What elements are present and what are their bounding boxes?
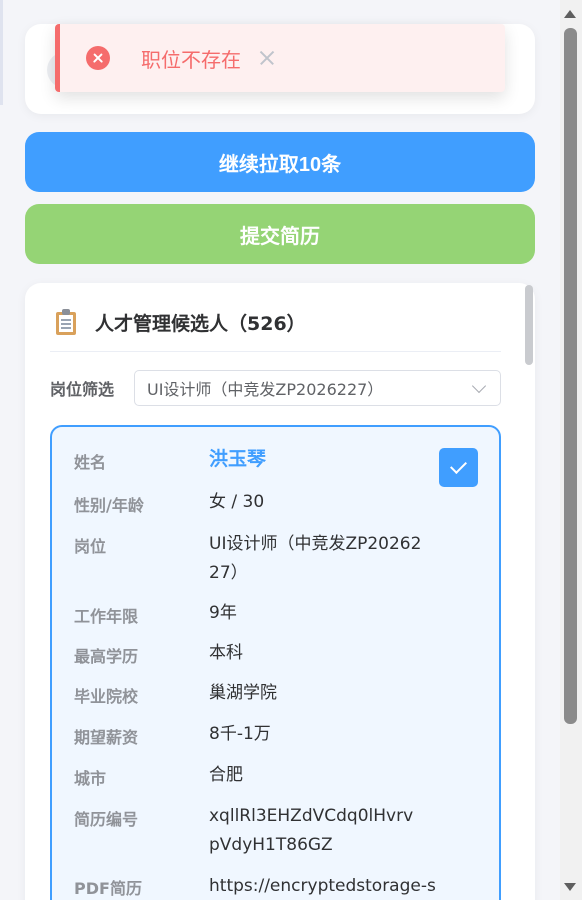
left-edge <box>0 0 3 105</box>
error-circle-icon <box>86 46 110 70</box>
field-value-education: 本科 <box>209 643 243 663</box>
scroll-up-arrow-icon[interactable] <box>564 10 576 18</box>
field-label-salary: 期望薪资 <box>74 728 139 747</box>
filter-label: 岗位筛选 <box>50 380 115 399</box>
field-value-position: UI设计师（中竞发ZP2026227） <box>209 534 422 583</box>
field-value-experience: 9年 <box>209 603 237 623</box>
field-label-resume-id: 简历编号 <box>74 810 139 829</box>
panel-title: 人才管理候选人（526） <box>95 312 306 335</box>
submit-resume-button[interactable]: 提交简历 <box>25 204 535 264</box>
field-label-school: 毕业院校 <box>74 687 139 706</box>
page-scrollbar-thumb[interactable] <box>564 28 577 724</box>
error-toast: 职位不存在 <box>55 24 505 92</box>
chevron-down-icon <box>471 378 487 394</box>
field-value-school: 巢湖学院 <box>209 683 277 703</box>
field-value-salary: 8千-1万 <box>209 724 271 744</box>
clipboard-icon <box>56 309 76 335</box>
candidate-card[interactable]: 姓名 洪玉琴 性别/年龄 女 / 30 岗位 UI设计师（中竞发ZP202622… <box>50 425 501 900</box>
field-label-name: 姓名 <box>74 453 107 472</box>
field-value-city: 合肥 <box>209 765 243 785</box>
scroll-down-arrow-icon[interactable] <box>564 883 576 891</box>
toast-message: 职位不存在 <box>141 47 241 72</box>
field-label-city: 城市 <box>74 769 107 788</box>
candidates-panel: 人才管理候选人（526） 岗位筛选 UI设计师（中竞发ZP2026227） 姓名… <box>25 283 535 900</box>
select-value: UI设计师（中竞发ZP2026227） <box>147 380 384 399</box>
position-filter: 岗位筛选 UI设计师（中竞发ZP2026227） <box>50 370 501 406</box>
panel-scrollbar[interactable] <box>525 285 533 365</box>
position-select[interactable]: UI设计师（中竞发ZP2026227） <box>134 370 501 406</box>
candidate-name: 洪玉琴 <box>209 448 267 470</box>
pull-more-button[interactable]: 继续拉取10条 <box>25 132 535 192</box>
field-label-pdf: PDF简历 <box>74 879 142 898</box>
candidate-checkbox[interactable] <box>439 448 478 487</box>
pdf-resume-link[interactable]: https://encryptedstorage-st <box>209 872 439 900</box>
close-icon[interactable] <box>259 50 275 66</box>
field-value-resume-id: xqllRl3EHZdVCdq0lHvrvpVdyH1T86GZ <box>209 806 414 855</box>
page: 职位不存在 继续拉取10条 提交简历 人才管理候选人（526） 岗位筛选 UI设… <box>0 0 582 900</box>
field-label-position: 岗位 <box>74 537 107 556</box>
field-label-education: 最高学历 <box>74 647 139 666</box>
field-value-gender-age: 女 / 30 <box>209 492 265 512</box>
field-label-experience: 工作年限 <box>74 607 139 626</box>
field-label-gender-age: 性别/年龄 <box>74 496 144 515</box>
panel-header: 人才管理候选人（526） <box>50 307 501 352</box>
